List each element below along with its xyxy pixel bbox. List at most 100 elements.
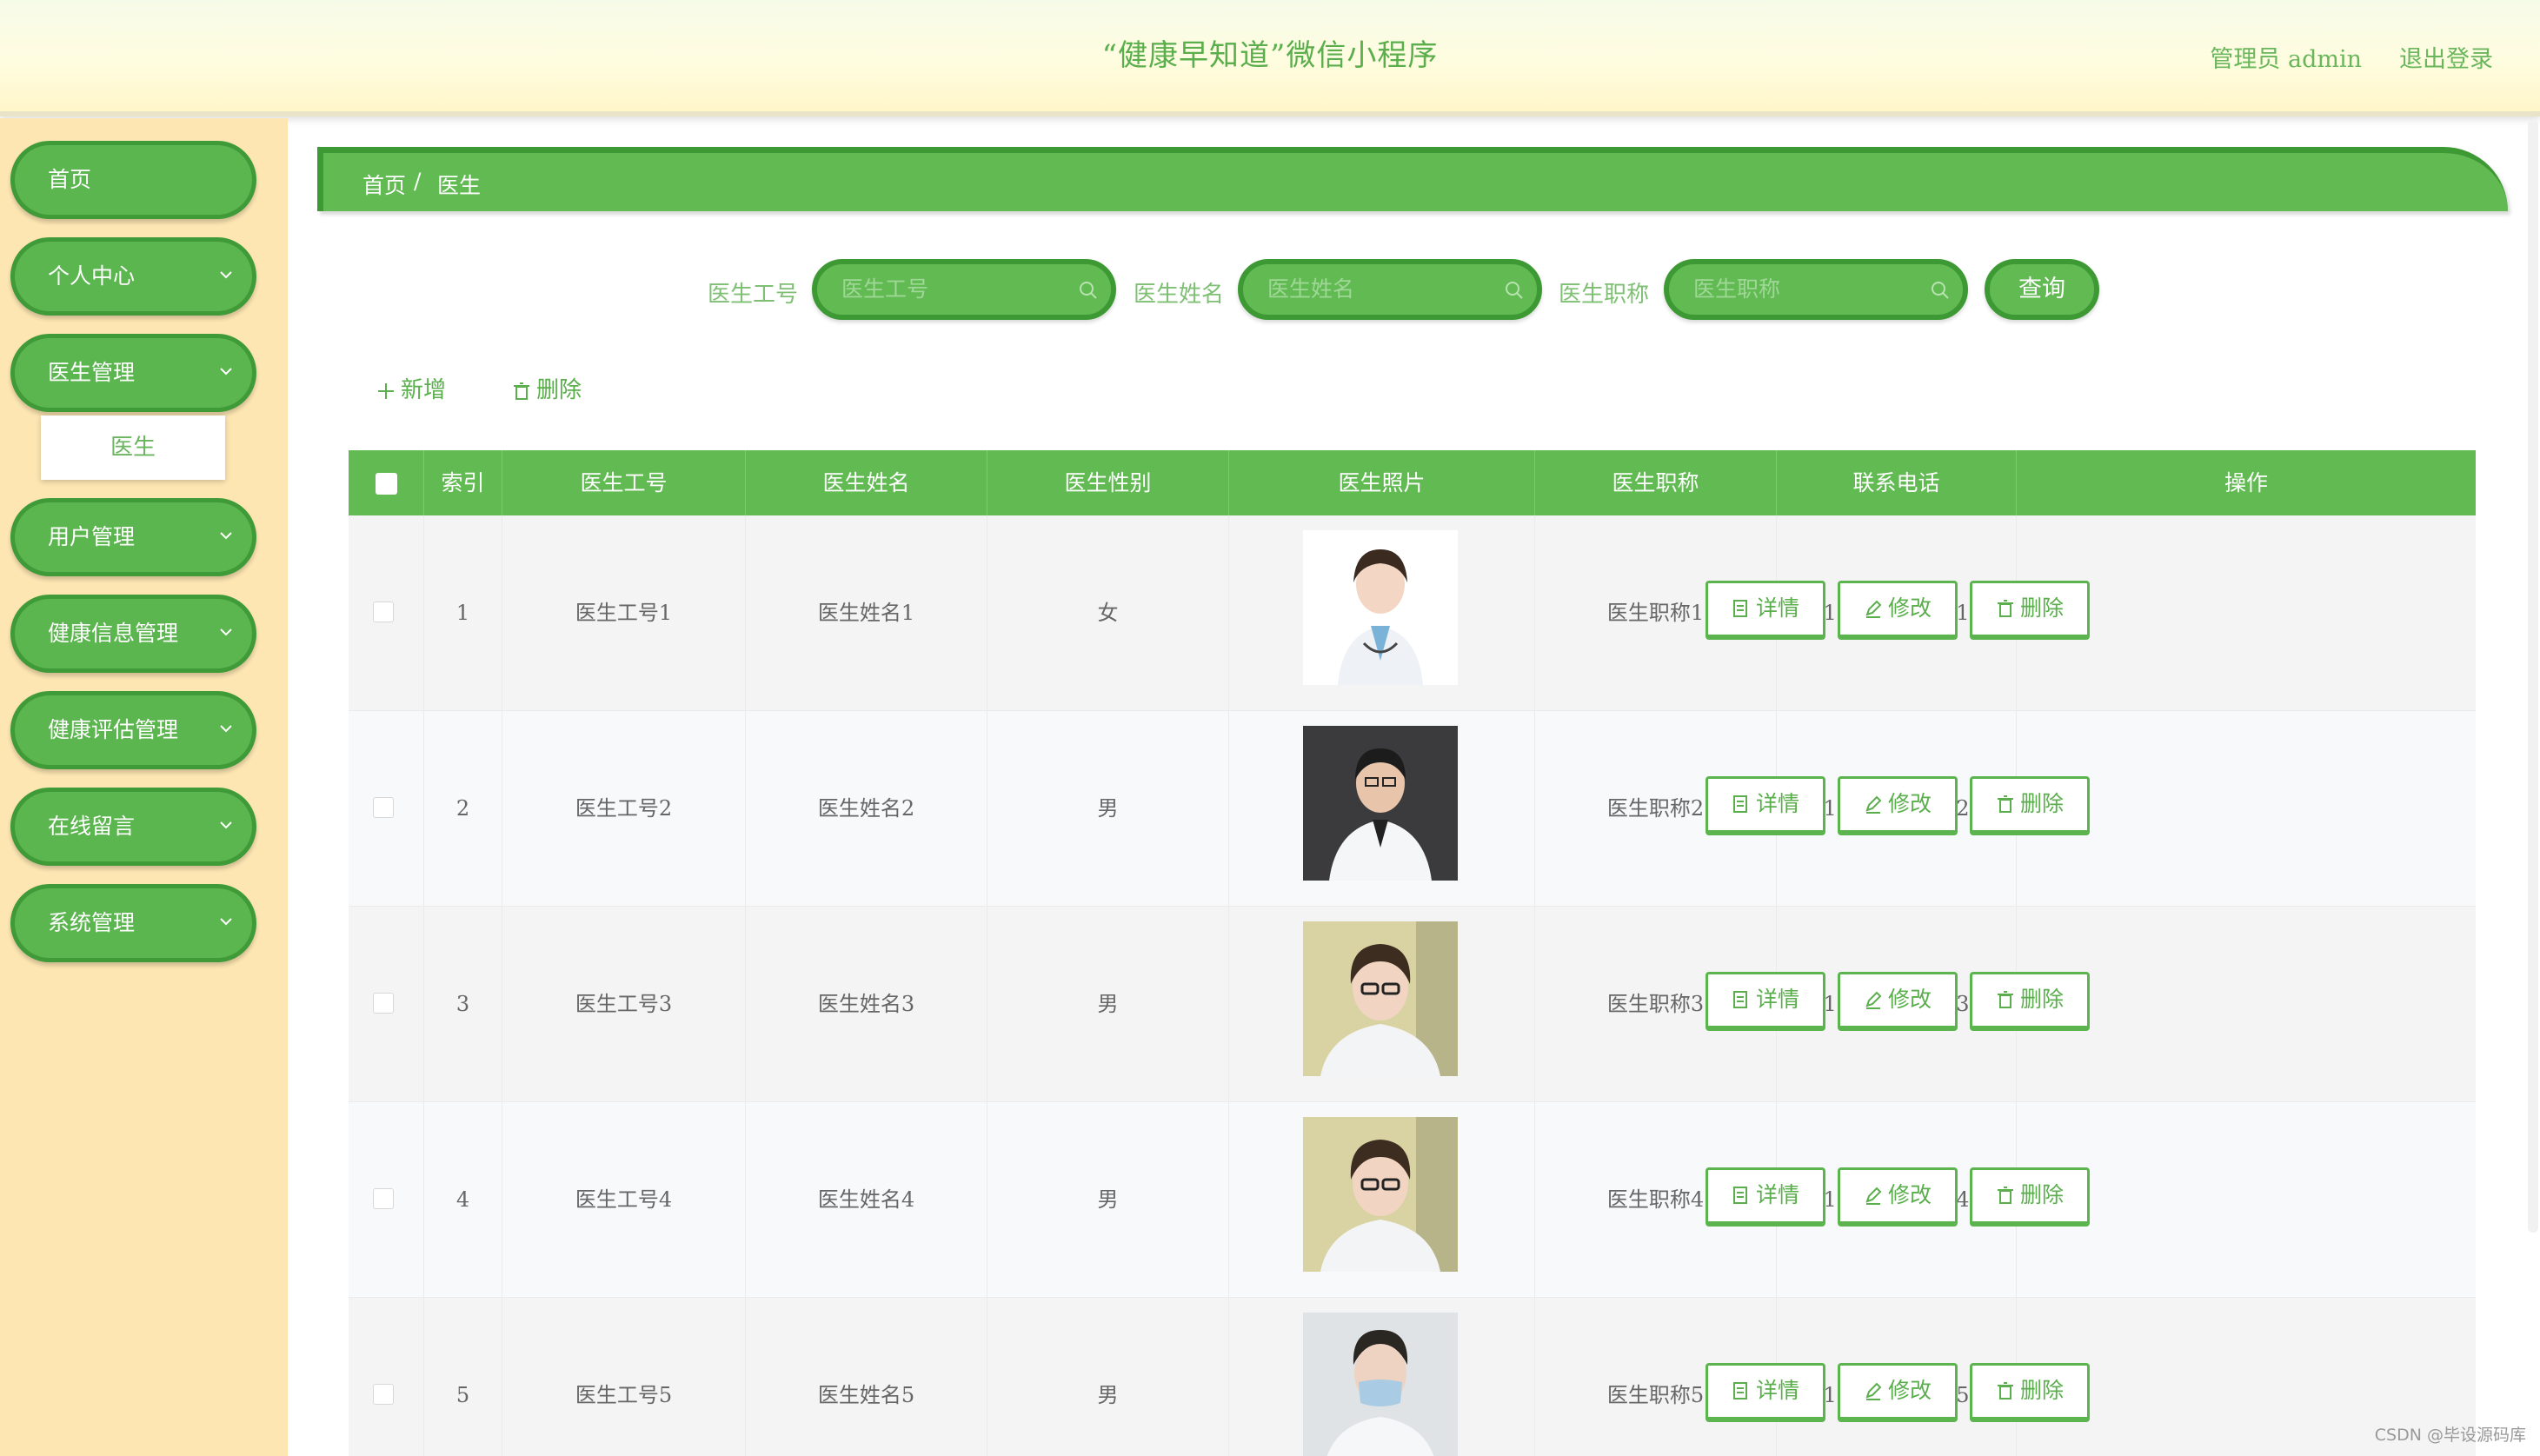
page-scrollbar[interactable] — [2528, 120, 2538, 1233]
doctor-name-cell: 医生姓名3 — [746, 907, 987, 1102]
row-index-cell: 2 — [424, 711, 502, 907]
row-checkbox[interactable] — [373, 602, 394, 622]
detail-button[interactable]: 详情 — [1706, 1363, 1825, 1422]
document-icon — [1732, 600, 1747, 617]
button-label: 删除 — [2019, 1182, 2064, 1207]
detail-button[interactable]: 详情 — [1706, 776, 1825, 835]
sidebar-item-online-message[interactable]: 在线留言 — [10, 788, 256, 866]
table-row: 4医生工号4医生姓名4男医生职称413823888884详情修改删除 — [349, 1102, 2476, 1298]
trash-icon — [514, 382, 529, 400]
row-checkbox-cell — [349, 1298, 424, 1456]
row-delete-button[interactable]: 删除 — [1970, 776, 2090, 835]
add-button[interactable]: 新增 — [376, 372, 446, 404]
edit-button[interactable]: 修改 — [1838, 1363, 1958, 1422]
sidebar-item-label: 系统管理 — [48, 910, 136, 935]
sidebar-item-system-management[interactable]: 系统管理 — [10, 884, 256, 962]
document-icon — [1732, 991, 1747, 1008]
add-label: 新增 — [401, 377, 447, 403]
row-checkbox[interactable] — [373, 797, 394, 818]
edit-button[interactable]: 修改 — [1838, 581, 1958, 640]
breadcrumb-current: 医生 — [437, 173, 482, 198]
sidebar-item-health-info[interactable]: 健康信息管理 — [10, 595, 256, 673]
chevron-down-icon — [220, 821, 232, 829]
search-input-doctor-name[interactable]: 医生姓名 — [1238, 259, 1542, 320]
select-all-checkbox[interactable] — [376, 473, 397, 495]
column-header: 医生姓名 — [746, 450, 987, 515]
sidebar-item-doctor-management[interactable]: 医生管理 — [10, 334, 256, 412]
row-checkbox[interactable] — [373, 1384, 394, 1405]
pencil-icon — [1865, 600, 1882, 618]
delete-label: 删除 — [536, 377, 582, 403]
edit-button[interactable]: 修改 — [1838, 776, 1958, 835]
doctor-name-cell: 医生姓名2 — [746, 711, 987, 907]
row-checkbox-cell — [349, 711, 424, 907]
sidebar-item-label: 医生管理 — [48, 360, 136, 385]
column-header: 医生工号 — [502, 450, 746, 515]
sidebar-item-home[interactable]: 首页 — [10, 141, 256, 219]
search-placeholder: 医生姓名 — [1267, 276, 1355, 302]
search-icon — [1080, 282, 1097, 299]
chevron-down-icon — [220, 628, 232, 636]
row-checkbox[interactable] — [373, 993, 394, 1014]
button-label: 删除 — [2019, 595, 2064, 621]
pencil-icon — [1865, 1382, 1882, 1400]
sidebar-item-personal-center[interactable]: 个人中心 — [10, 237, 256, 316]
sidebar-subitem-doctor[interactable]: 医生 — [41, 416, 225, 480]
chevron-down-icon — [220, 271, 232, 279]
detail-button[interactable]: 详情 — [1706, 972, 1825, 1031]
sidebar-item-label: 健康评估管理 — [48, 717, 179, 742]
document-icon — [1732, 1382, 1747, 1399]
pencil-icon — [1865, 991, 1882, 1009]
button-label: 修改 — [1887, 1378, 1932, 1403]
detail-button[interactable]: 详情 — [1706, 1167, 1825, 1227]
edit-button[interactable]: 修改 — [1838, 1167, 1958, 1227]
trash-icon — [1997, 795, 2013, 813]
doctor-photo[interactable] — [1303, 1313, 1458, 1456]
chevron-down-icon — [220, 532, 232, 540]
row-checkbox[interactable] — [373, 1188, 394, 1209]
detail-button[interactable]: 详情 — [1706, 581, 1825, 640]
sidebar-item-health-assessment[interactable]: 健康评估管理 — [10, 691, 256, 769]
button-label: 删除 — [2019, 987, 2064, 1012]
doctor-photo[interactable] — [1303, 530, 1458, 685]
column-header: 索引 — [424, 450, 502, 515]
row-delete-button[interactable]: 删除 — [1970, 972, 2090, 1031]
trash-icon — [1997, 1382, 2013, 1399]
document-icon — [1732, 1187, 1747, 1204]
header-select-all[interactable] — [349, 450, 424, 515]
row-delete-button[interactable]: 删除 — [1970, 1167, 2090, 1227]
batch-delete-button[interactable]: 删除 — [512, 372, 582, 404]
doctor-photo[interactable] — [1303, 1117, 1458, 1272]
breadcrumb-separator: / — [414, 169, 422, 194]
table-row: 3医生工号3医生姓名3男医生职称313823888883详情修改删除 — [349, 907, 2476, 1102]
doctor-gender-cell: 男 — [987, 711, 1229, 907]
column-header: 医生性别 — [987, 450, 1229, 515]
row-index-cell: 5 — [424, 1298, 502, 1456]
doctor-id-cell: 医生工号3 — [502, 907, 746, 1102]
pencil-icon — [1865, 1187, 1882, 1205]
document-icon — [1732, 795, 1747, 813]
row-delete-button[interactable]: 删除 — [1970, 1363, 2090, 1422]
sidebar-item-label: 在线留言 — [48, 814, 136, 839]
admin-user-label[interactable]: 管理员 admin — [2210, 40, 2362, 74]
sidebar-item-user-management[interactable]: 用户管理 — [10, 498, 256, 576]
button-label: 详情 — [1755, 791, 1799, 816]
button-label: 详情 — [1755, 1378, 1799, 1403]
column-header: 医生照片 — [1229, 450, 1535, 515]
button-label: 修改 — [1887, 1182, 1932, 1207]
table-row: 1医生工号1医生姓名1女医生职称113823888881详情修改删除 — [349, 515, 2476, 711]
search-input-doctor-id[interactable]: 医生工号 — [812, 259, 1116, 320]
query-button[interactable]: 查询 — [1985, 259, 2099, 320]
edit-button[interactable]: 修改 — [1838, 972, 1958, 1031]
doctor-photo[interactable] — [1303, 726, 1458, 881]
doctor-name-cell: 医生姓名1 — [746, 515, 987, 711]
row-delete-button[interactable]: 删除 — [1970, 581, 2090, 640]
row-index-cell: 3 — [424, 907, 502, 1102]
breadcrumb-home[interactable]: 首页 — [362, 169, 406, 200]
sidebar: 首页 个人中心 医生管理 医生 用户管理 健康信息管理 健康评估管理 在线留言 … — [0, 118, 288, 1456]
sidebar-item-label: 健康信息管理 — [48, 621, 179, 646]
logout-link[interactable]: 退出登录 — [2399, 40, 2493, 74]
doctor-photo[interactable] — [1303, 921, 1458, 1076]
sidebar-item-label: 个人中心 — [48, 263, 136, 289]
search-input-doctor-title[interactable]: 医生职称 — [1664, 259, 1968, 320]
